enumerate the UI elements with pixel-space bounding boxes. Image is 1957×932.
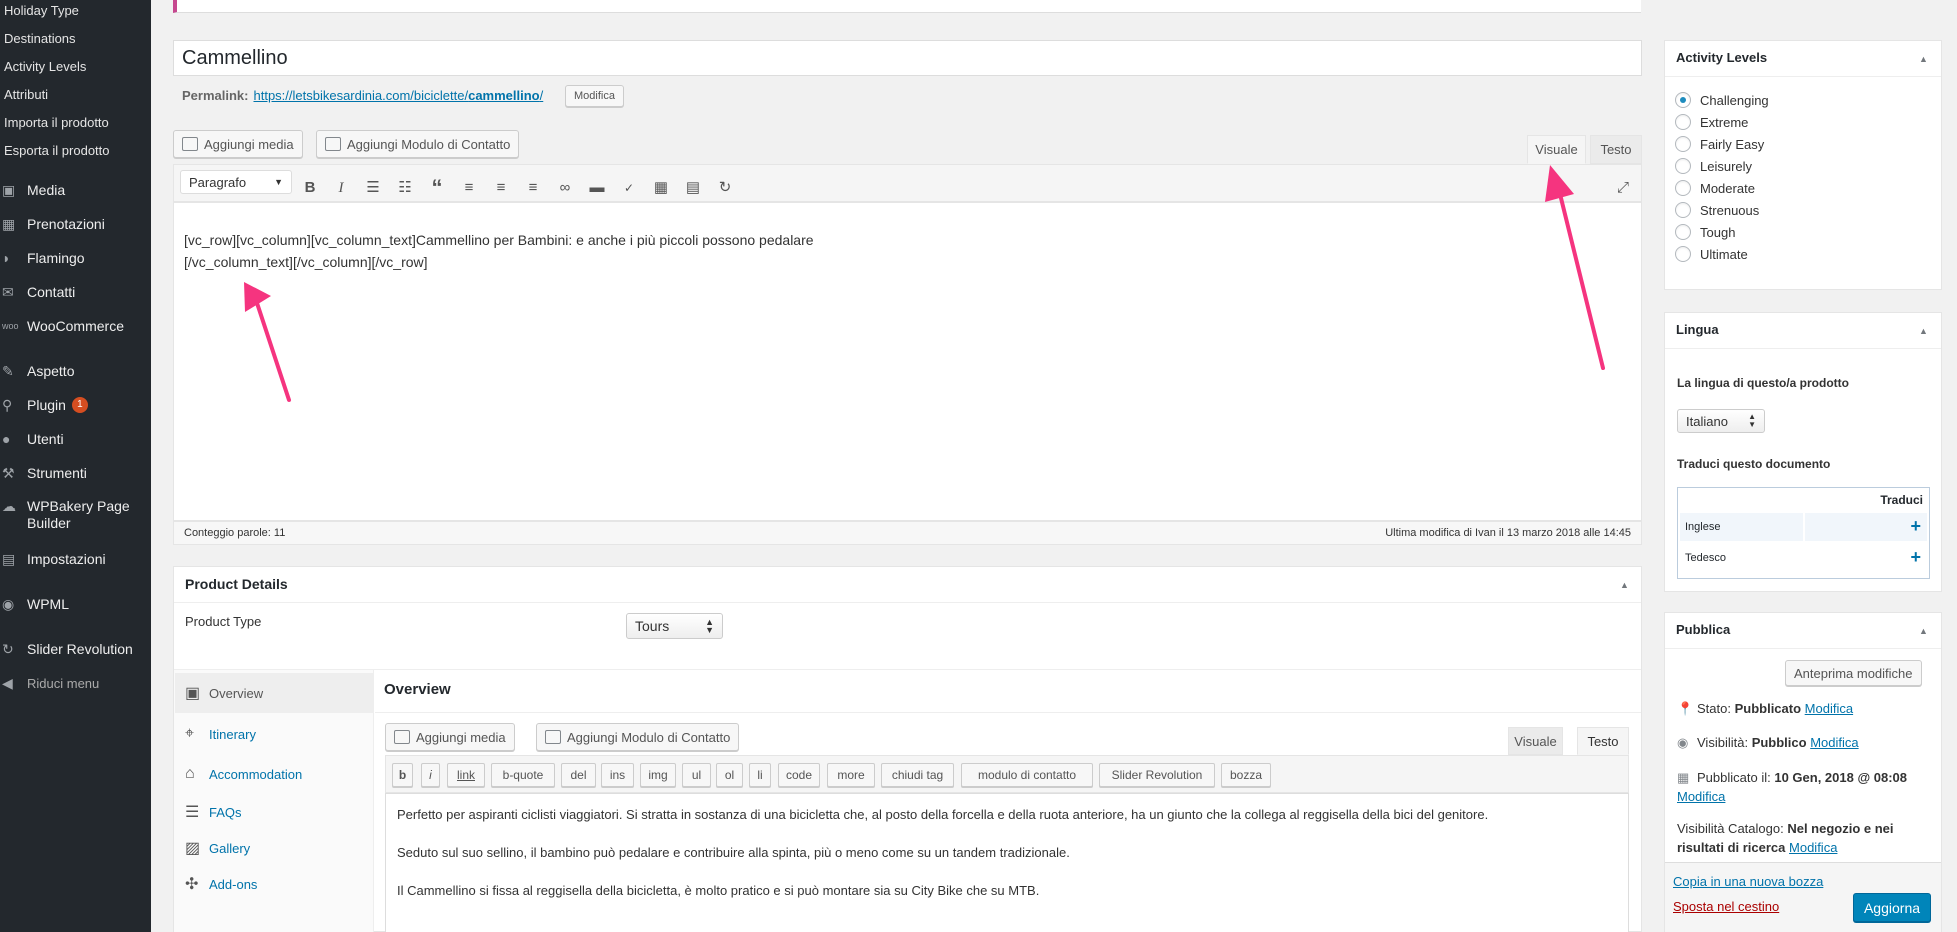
annotation-arrow-left	[244, 282, 291, 402]
annotation-arrows	[244, 165, 1605, 402]
annotation-arrow-right	[1545, 165, 1605, 370]
